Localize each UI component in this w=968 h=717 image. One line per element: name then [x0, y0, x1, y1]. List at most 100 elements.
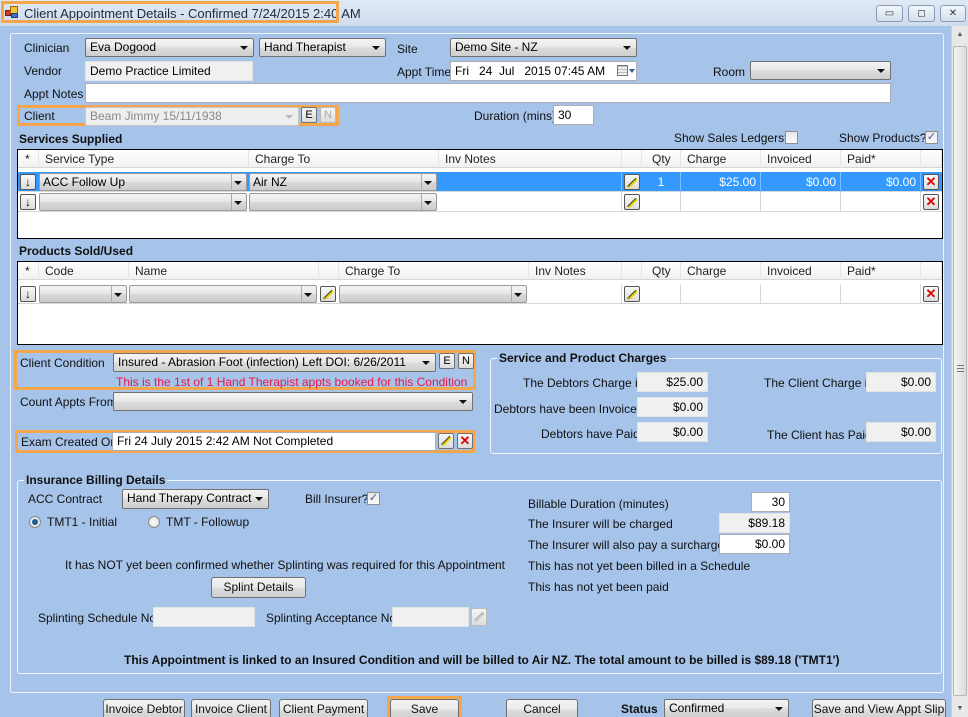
col-header-qty[interactable]: Qty — [642, 262, 681, 280]
splinting-schedule-input[interactable] — [153, 607, 255, 627]
exam-delete-button[interactable]: ✕ — [457, 433, 473, 449]
client-payment-button[interactable]: Client Payment — [279, 699, 368, 717]
inv-notes-cell[interactable] — [529, 284, 622, 304]
splint-details-button[interactable]: Splint Details — [211, 577, 306, 598]
client-value: Beam Jimmy 15/11/1938 — [90, 109, 222, 123]
delete-row-button[interactable]: ✕ — [923, 174, 939, 190]
delete-row-button[interactable]: ✕ — [923, 194, 939, 210]
exam-created-label: Exam Created On — [21, 435, 118, 449]
cancel-button[interactable]: Cancel — [506, 699, 578, 717]
col-header-code[interactable]: Code — [39, 262, 129, 280]
scroll-up-arrow-icon[interactable]: ▲ — [952, 26, 968, 43]
client-new-button[interactable]: N — [320, 107, 336, 123]
charge-cell[interactable] — [681, 284, 761, 304]
condition-edit-button[interactable]: E — [439, 353, 455, 369]
clinician-dropdown[interactable]: Eva Dogood — [85, 38, 254, 57]
appt-notes-input[interactable] — [85, 83, 891, 103]
show-products-checkbox[interactable]: ✓ — [925, 131, 938, 144]
client-paid-label: The Client has Paid — [767, 428, 872, 442]
service-type-dropdown[interactable] — [39, 193, 247, 211]
arrow-down-icon: ↓ — [25, 175, 31, 189]
charge-cell[interactable]: $25.00 — [681, 172, 761, 192]
acc-contract-label: ACC Contract — [28, 492, 103, 506]
products-grid-header: * Code Name Charge To Inv Notes Qty Char… — [18, 262, 942, 280]
col-header-marker: * — [18, 262, 39, 280]
service-type-dropdown[interactable]: ACC Follow Up — [39, 173, 247, 191]
col-header-charge-to[interactable]: Charge To — [339, 262, 529, 280]
col-header-inv-notes[interactable]: Inv Notes — [439, 150, 622, 168]
charge-to-dropdown[interactable]: Air NZ — [249, 173, 437, 191]
col-header-invoiced[interactable]: Invoiced — [761, 150, 841, 168]
col-header-service-type[interactable]: Service Type — [39, 150, 249, 168]
tmt1-initial-radio[interactable] — [29, 516, 41, 528]
minimize-button[interactable]: ▭ — [876, 5, 903, 22]
duration-label: Duration (mins) — [474, 109, 557, 123]
client-condition-dropdown[interactable]: Insured - Abrasion Foot (infection) Left… — [113, 353, 436, 372]
close-button[interactable]: ✕ — [940, 5, 966, 22]
charge-cell[interactable] — [681, 192, 761, 212]
col-header-charge[interactable]: Charge — [681, 262, 761, 280]
qty-cell[interactable]: 1 — [642, 172, 681, 192]
splinting-edit-button[interactable] — [471, 608, 487, 626]
col-header-paid[interactable]: Paid* — [841, 262, 921, 280]
splinting-acceptance-input[interactable] — [392, 607, 469, 627]
qty-cell[interactable] — [642, 284, 681, 304]
surcharge-label: The Insurer will also pay a surcharge of — [528, 538, 738, 552]
save-button[interactable]: Save — [390, 699, 459, 717]
services-title: Services Supplied — [19, 132, 123, 146]
edit-notes-button[interactable] — [624, 286, 640, 302]
col-header-paid[interactable]: Paid* — [841, 150, 921, 168]
col-header-charge-to[interactable]: Charge To — [249, 150, 439, 168]
invoice-client-button[interactable]: Invoice Client — [191, 699, 271, 717]
count-appts-from-dropdown[interactable] — [113, 392, 473, 411]
duration-input[interactable]: 30 — [553, 105, 594, 125]
maximize-button[interactable]: ◻ — [908, 5, 935, 22]
show-sales-ledgers-checkbox[interactable] — [785, 131, 798, 144]
invoice-debtor-button[interactable]: Invoice Debtor — [103, 699, 185, 717]
col-header-name[interactable]: Name — [129, 262, 319, 280]
scroll-down-arrow-icon[interactable]: ▼ — [952, 700, 968, 717]
code-dropdown[interactable] — [39, 285, 127, 303]
service-row[interactable]: ↓ ACC Follow Up Air NZ 1 $25.00 $0.00 $0… — [18, 172, 942, 192]
col-header-invoiced[interactable]: Invoiced — [761, 262, 841, 280]
inv-notes-cell[interactable] — [439, 172, 622, 192]
edit-notes-button[interactable] — [624, 194, 640, 210]
client-charge-value: $0.00 — [866, 372, 936, 392]
product-charge-to-dropdown[interactable] — [339, 285, 527, 303]
row-select-button[interactable]: ↓ — [20, 174, 36, 190]
exam-edit-button[interactable] — [438, 433, 454, 449]
bill-insurer-checkbox[interactable]: ✓ — [367, 492, 380, 505]
inv-notes-cell[interactable] — [439, 192, 622, 212]
col-header-inv-notes[interactable]: Inv Notes — [529, 262, 622, 280]
col-header-charge[interactable]: Charge — [681, 150, 761, 168]
edit-notes-button[interactable] — [624, 174, 640, 190]
acc-contract-dropdown[interactable]: Hand Therapy Contract — [122, 489, 269, 509]
col-header-qty[interactable]: Qty — [642, 150, 681, 168]
site-dropdown[interactable]: Demo Site - NZ — [450, 38, 637, 57]
qty-cell[interactable] — [642, 192, 681, 212]
vertical-scrollbar[interactable]: ▲ ▼ — [951, 26, 968, 717]
status-dropdown[interactable]: Confirmed — [664, 699, 789, 717]
tmt-followup-radio[interactable] — [148, 516, 160, 528]
surcharge-input[interactable]: $0.00 — [719, 534, 790, 554]
client-dropdown[interactable]: Beam Jimmy 15/11/1938 — [85, 107, 299, 126]
billable-duration-input[interactable]: 30 — [751, 492, 790, 512]
charge-to-dropdown[interactable] — [249, 193, 437, 211]
edit-product-button[interactable] — [320, 286, 336, 302]
save-and-view-slip-button[interactable]: Save and View Appt Slip — [812, 699, 946, 717]
splinting-schedule-label: Splinting Schedule No — [38, 611, 157, 625]
delete-row-button[interactable]: ✕ — [923, 286, 939, 302]
appt-time-picker[interactable]: Fri 24 Jul 2015 07:45 AM — [450, 61, 637, 81]
title-bar: Client Appointment Details - Confirmed 7… — [0, 0, 968, 26]
product-row[interactable]: ↓ ✕ — [18, 284, 942, 304]
condition-new-button[interactable]: N — [458, 353, 474, 369]
name-dropdown[interactable] — [129, 285, 317, 303]
row-select-button[interactable]: ↓ — [20, 286, 36, 302]
room-dropdown[interactable] — [750, 61, 891, 80]
products-grid: * Code Name Charge To Inv Notes Qty Char… — [17, 261, 943, 345]
service-row[interactable]: ↓ ✕ — [18, 192, 942, 212]
role-dropdown[interactable]: Hand Therapist — [259, 38, 386, 57]
row-select-button[interactable]: ↓ — [20, 194, 36, 210]
scroll-thumb[interactable] — [953, 46, 967, 696]
client-edit-button[interactable]: E — [301, 107, 317, 123]
